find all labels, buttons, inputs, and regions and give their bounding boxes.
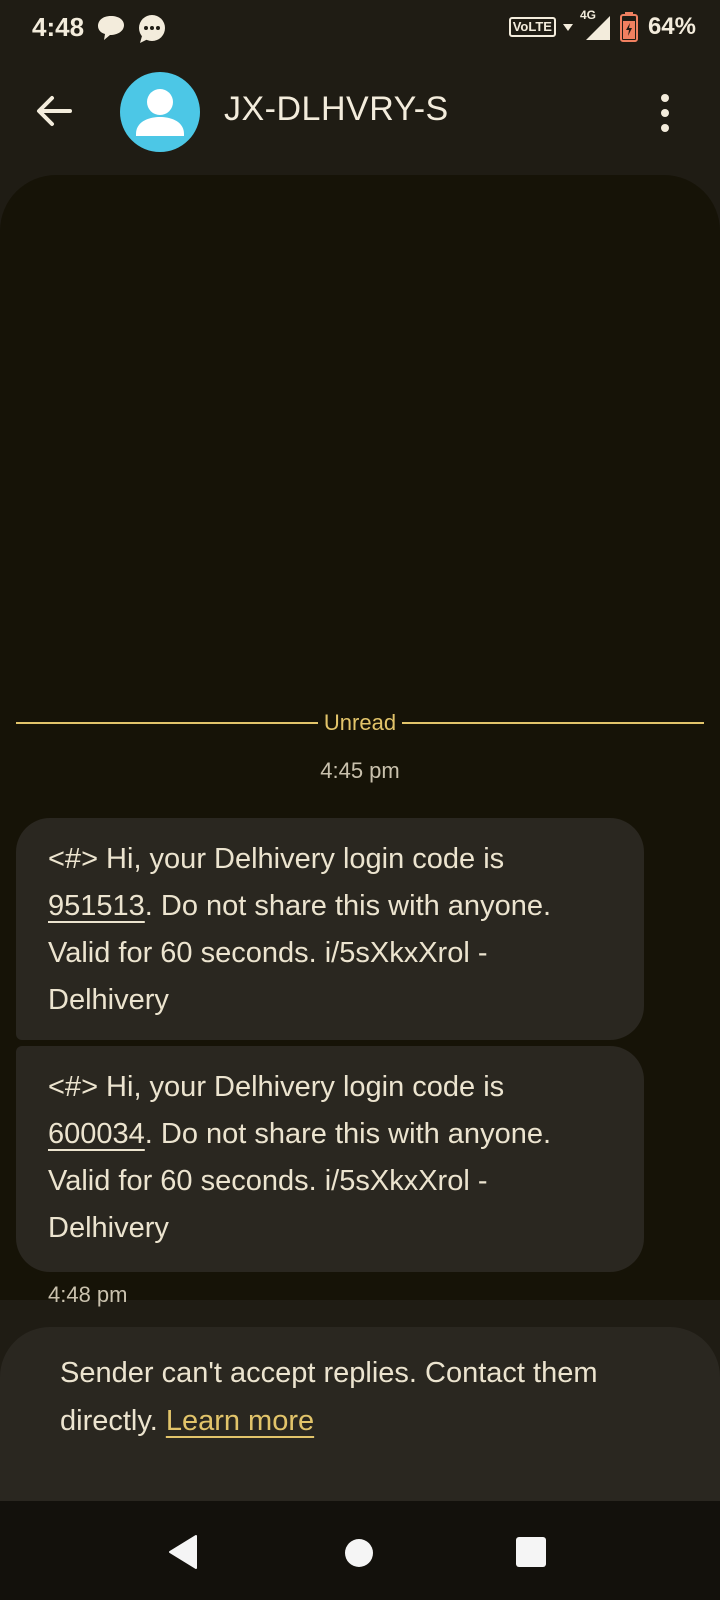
navigation-bar [0,1501,720,1600]
message-text: <#> Hi, your Delhivery login code is [48,1071,505,1103]
reply-disabled-notice: Sender can't accept replies. Contact the… [0,1327,720,1501]
speech-bubble-icon [96,14,126,47]
nav-home-button[interactable] [345,1539,373,1567]
wifi-down-icon [562,24,573,31]
otp-code-link[interactable]: 951513 [48,890,145,922]
signal-icon: 4G [580,8,614,42]
avatar[interactable] [120,72,200,152]
unread-label: Unread [317,710,403,735]
back-arrow-icon [37,96,72,126]
message-bubble[interactable]: <#> Hi, your Delhivery login code is 600… [16,1046,644,1272]
message-text: <#> Hi, your Delhivery login code is [48,843,505,875]
battery-icon [619,12,638,42]
status-time: 4:48 [32,12,85,42]
status-bar: 4:48 VoLTE 4G 64% [0,0,720,56]
back-button[interactable] [30,86,80,136]
nav-back-button[interactable] [168,1534,198,1575]
otp-code-link[interactable]: 600034 [48,1118,145,1150]
person-icon [136,89,184,136]
more-options-button[interactable] [648,90,682,136]
more-vert-icon [661,94,669,132]
nav-recents-button[interactable] [516,1537,546,1567]
message-bubble[interactable]: <#> Hi, your Delhivery login code is 951… [16,818,644,1040]
reply-notice-text: Sender can't accept replies. Contact the… [60,1357,598,1437]
learn-more-link[interactable]: Learn more [166,1405,314,1437]
nav-back-icon [169,1535,197,1569]
app-bar: JX-DLHVRY-S [0,56,720,168]
messages-icon [136,14,168,49]
contact-name: JX-DLHVRY-S [224,90,449,128]
unread-divider: Unread [16,708,704,738]
battery-percent: 64% [647,13,696,40]
volte-icon: VoLTE [508,17,556,37]
message-timestamp: 4:45 pm [320,758,400,783]
message-timestamp: 4:48 pm [48,1282,128,1307]
